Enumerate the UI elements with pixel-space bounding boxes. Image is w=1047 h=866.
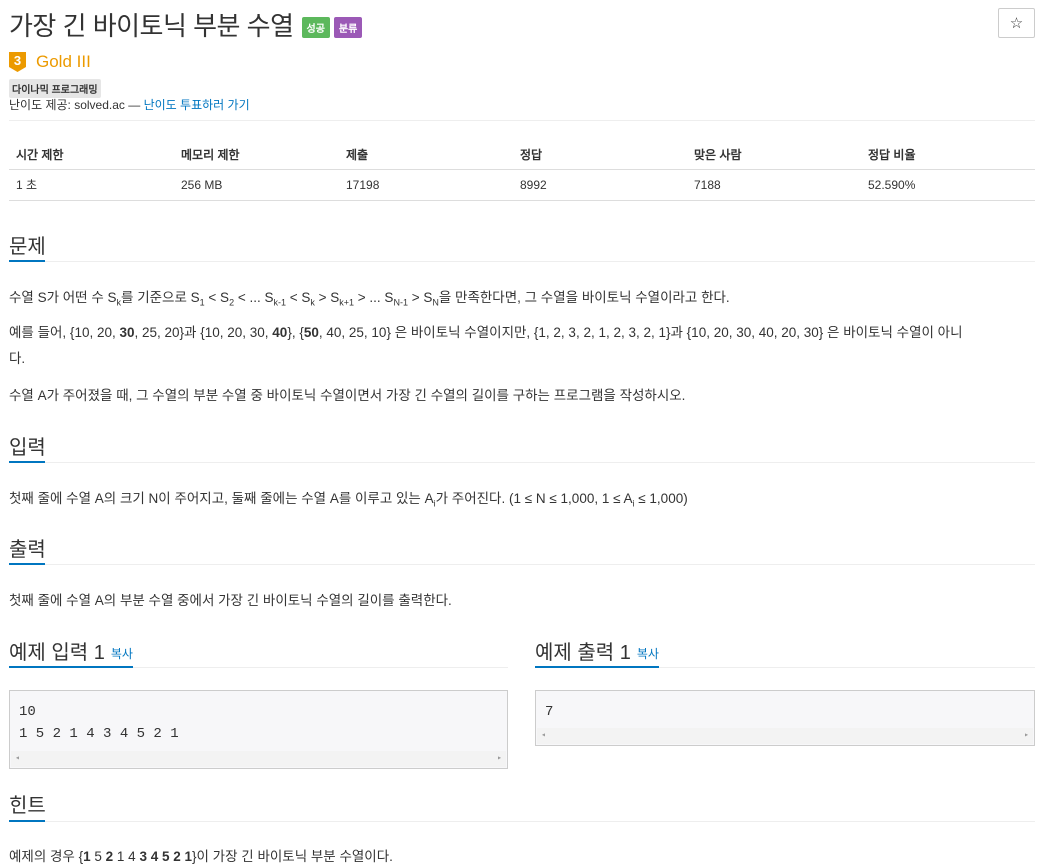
section-divider bbox=[9, 821, 1035, 822]
section-hint-heading: 힌트 bbox=[9, 795, 46, 817]
header-accepted: 정답 bbox=[513, 140, 687, 170]
vote-difficulty-link[interactable]: 난이도 투표하러 가기 bbox=[144, 98, 250, 112]
scroll-left-icon[interactable]: ◂ bbox=[15, 748, 20, 770]
time-limit-value: 1 초 bbox=[9, 169, 174, 201]
section-accent bbox=[9, 820, 45, 822]
description-line-1: 수열 S가 어떤 수 Sk를 기준으로 S1 < S2 < ... Sk-1 <… bbox=[9, 290, 730, 308]
problem-info-table: 시간 제한 메모리 제한 제출 정답 맞은 사람 정답 비율 1 초 256 M… bbox=[9, 140, 1035, 201]
tier-row: 3 Gold III bbox=[9, 52, 91, 72]
copy-input-button[interactable]: 복사 bbox=[111, 647, 133, 661]
tier-badge-icon: 3 bbox=[9, 52, 26, 72]
description-line-3: 수열 A가 주어졌을 때, 그 수열의 부분 수열 중 바이토닉 수열이면서 가… bbox=[9, 388, 686, 403]
solvers-value[interactable]: 7188 bbox=[687, 169, 861, 201]
accepted-value[interactable]: 8992 bbox=[513, 169, 687, 201]
hint-text: 예제의 경우 {1 5 2 1 4 3 4 5 2 1}이 가장 긴 바이토닉 … bbox=[9, 849, 393, 864]
header-solvers: 맞은 사람 bbox=[687, 140, 861, 170]
sample-output-heading: 예제 출력 1 복사 bbox=[535, 642, 659, 664]
star-icon: ☆ bbox=[1009, 15, 1024, 32]
copy-output-button[interactable]: 복사 bbox=[637, 647, 659, 661]
section-input-heading: 입력 bbox=[9, 437, 46, 459]
horizontal-scrollbar[interactable]: ◂ ▸ bbox=[537, 728, 1033, 744]
header-submissions: 제출 bbox=[339, 140, 513, 170]
sample-input-heading: 예제 입력 1 복사 bbox=[9, 642, 133, 664]
sample-input-line: 10 bbox=[19, 704, 36, 720]
table-header-row: 시간 제한 메모리 제한 제출 정답 맞은 사람 정답 비율 bbox=[9, 140, 1035, 170]
header-ratio: 정답 비율 bbox=[861, 140, 1035, 170]
section-divider bbox=[9, 564, 1035, 565]
header-memory-limit: 메모리 제한 bbox=[174, 140, 339, 170]
difficulty-credit: 난이도 제공: solved.ac — 난이도 투표하러 가기 bbox=[9, 96, 250, 113]
section-accent bbox=[9, 563, 45, 565]
sample-input-box[interactable]: 10 1 5 2 1 4 3 4 5 2 1 ◂ ▸ bbox=[9, 690, 508, 769]
problem-title: 가장 긴 바이토닉 부분 수열 bbox=[9, 11, 294, 41]
credit-text: 난이도 제공: solved.ac — bbox=[9, 98, 141, 112]
section-output-heading: 출력 bbox=[9, 539, 46, 561]
scroll-right-icon[interactable]: ▸ bbox=[1024, 725, 1029, 747]
submissions-value[interactable]: 17198 bbox=[339, 169, 513, 201]
header-time-limit: 시간 제한 bbox=[9, 140, 174, 170]
success-badge[interactable]: 성공 bbox=[301, 17, 330, 38]
ratio-value: 52.590% bbox=[861, 169, 1035, 201]
section-divider bbox=[9, 462, 1035, 463]
favorite-star-button[interactable]: ☆ bbox=[998, 8, 1035, 38]
output-description: 첫째 줄에 수열 A의 부분 수열 중에서 가장 긴 바이토닉 수열의 길이를 … bbox=[9, 593, 452, 608]
problem-title-row: 가장 긴 바이토닉 부분 수열 성공 분류 bbox=[9, 6, 363, 43]
sample-output-line: 7 bbox=[545, 704, 554, 720]
section-accent bbox=[9, 666, 133, 668]
tier-name[interactable]: Gold III bbox=[36, 52, 91, 72]
horizontal-scrollbar[interactable]: ◂ ▸ bbox=[11, 751, 506, 767]
section-problem-heading: 문제 bbox=[9, 236, 46, 258]
scroll-right-icon[interactable]: ▸ bbox=[497, 748, 502, 770]
divider bbox=[9, 120, 1035, 121]
table-row: 1 초 256 MB 17198 8992 7188 52.590% bbox=[9, 169, 1035, 201]
section-accent bbox=[9, 461, 45, 463]
scroll-left-icon[interactable]: ◂ bbox=[541, 725, 546, 747]
sample-output-box[interactable]: 7 ◂ ▸ bbox=[535, 690, 1035, 746]
sample-input-line: 1 5 2 1 4 3 4 5 2 1 bbox=[19, 726, 179, 742]
input-description: 첫째 줄에 수열 A의 크기 N이 주어지고, 둘째 줄에는 수열 A를 이루고… bbox=[9, 491, 688, 509]
section-accent bbox=[535, 666, 659, 668]
section-divider bbox=[9, 261, 1035, 262]
category-badge[interactable]: 분류 bbox=[333, 17, 363, 38]
memory-limit-value: 256 MB bbox=[174, 169, 339, 201]
section-accent bbox=[9, 260, 45, 262]
description-line-2: 예를 들어, {10, 20, 30, 25, 20}과 {10, 20, 30… bbox=[9, 325, 963, 366]
